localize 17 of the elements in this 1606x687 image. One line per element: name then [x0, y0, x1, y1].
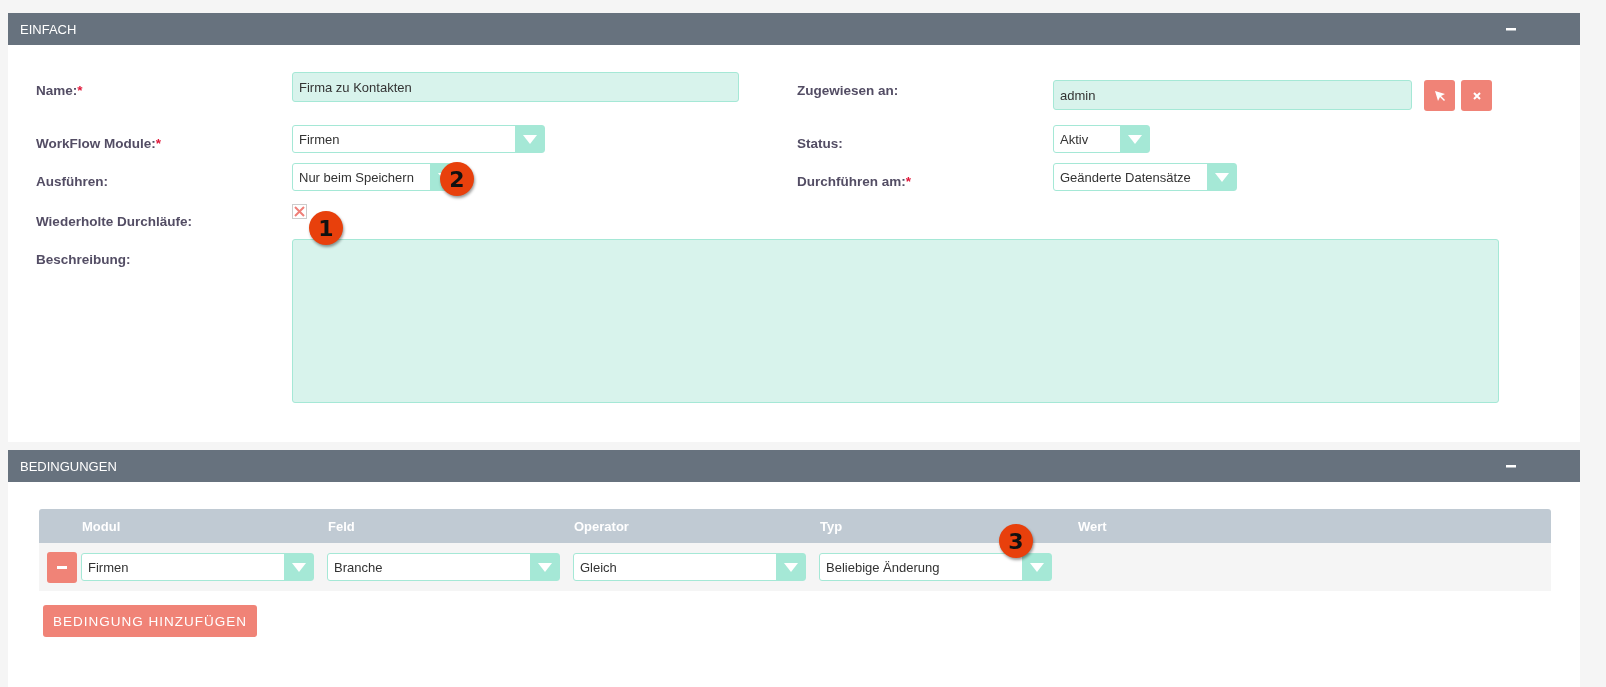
section-title: BEDINGUNGEN: [20, 458, 117, 474]
field-label: Name:*: [36, 82, 84, 98]
callout-tooltip: 1: [309, 211, 343, 245]
column-header: Operator: [574, 518, 630, 534]
column-header: Feld: [328, 518, 356, 534]
callout-tooltip: 2: [440, 162, 474, 196]
field-label: Ausführen:: [36, 173, 109, 189]
field-label: Wiederholte Durchläufe:: [36, 213, 193, 229]
field-label: Beschreibung:: [36, 251, 132, 267]
field-label: Status:: [797, 135, 844, 151]
field-label: WorkFlow Module:*: [36, 135, 162, 151]
field-label: Durchführen am:*: [797, 173, 913, 189]
field-label: Zugewiesen an:: [797, 82, 900, 98]
column-header: Modul: [82, 518, 122, 534]
column-header: Typ: [820, 518, 844, 534]
column-header: Wert: [1078, 518, 1108, 534]
section-title: EINFACH: [20, 21, 77, 37]
